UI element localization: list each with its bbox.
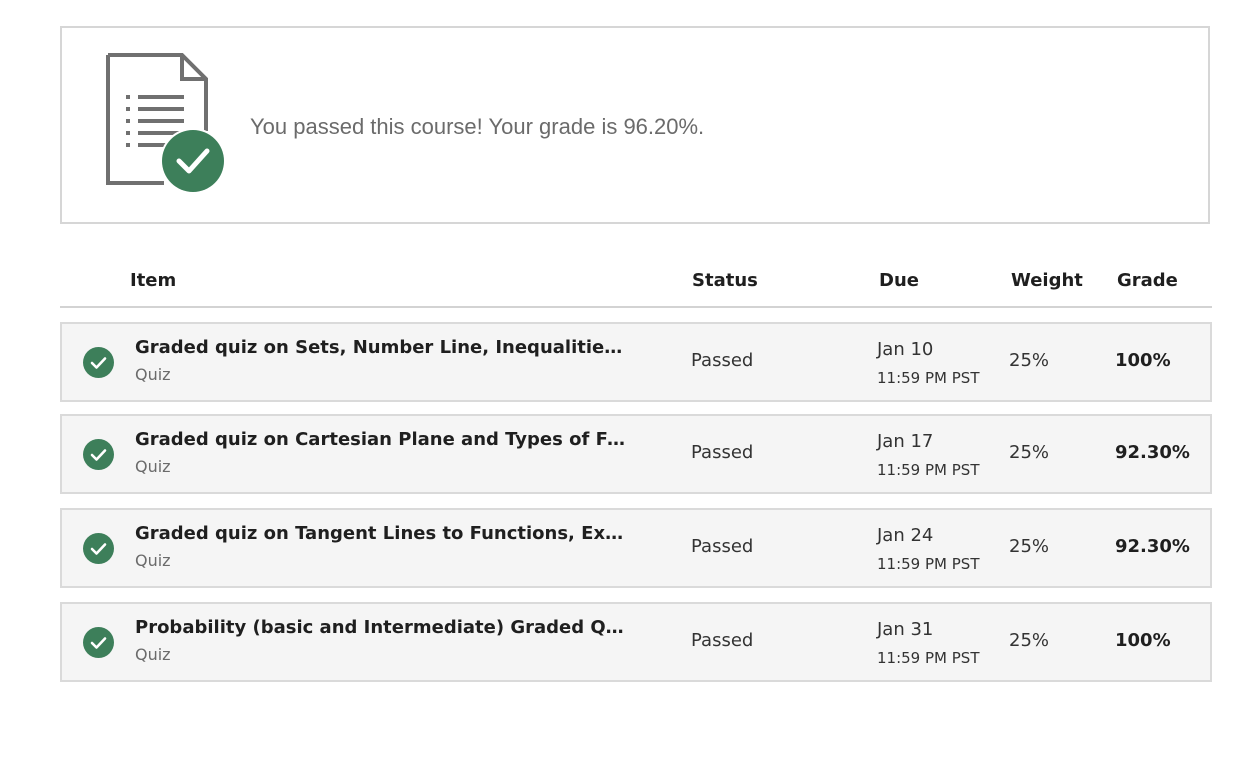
item-status: Passed	[691, 630, 754, 651]
grades-table-header: Item Status Due Weight Grade	[60, 262, 1212, 308]
check-circle-icon	[83, 439, 114, 470]
item-status: Passed	[691, 350, 754, 371]
course-grade-message: You passed this course! Your grade is 96…	[250, 114, 705, 139]
item-due-time: 11:59 PM PST	[877, 649, 980, 667]
item-title-link[interactable]: Graded quiz on Sets, Number Line, Inequa…	[135, 337, 625, 358]
item-due-time: 11:59 PM PST	[877, 369, 980, 387]
item-weight: 25%	[1009, 630, 1050, 651]
header-weight: Weight	[1011, 270, 1083, 291]
item-due-date: Jan 17	[877, 431, 934, 452]
table-row[interactable]: Graded quiz on Tangent Lines to Function…	[60, 508, 1212, 588]
item-due-time: 11:59 PM PST	[877, 555, 980, 573]
item-title-link[interactable]: Graded quiz on Cartesian Plane and Types…	[135, 429, 625, 450]
item-type: Quiz	[135, 645, 171, 664]
item-grade: 92.30%	[1115, 536, 1190, 557]
item-due-date: Jan 31	[877, 619, 934, 640]
item-status: Passed	[691, 536, 754, 557]
header-grade: Grade	[1117, 270, 1178, 291]
header-status: Status	[692, 270, 758, 291]
table-row[interactable]: Graded quiz on Cartesian Plane and Types…	[60, 414, 1212, 494]
course-passed-banner: You passed this course! Your grade is 96…	[60, 26, 1210, 224]
item-type: Quiz	[135, 457, 171, 476]
item-weight: 25%	[1009, 536, 1050, 557]
check-circle-icon	[83, 627, 114, 658]
item-grade: 100%	[1115, 630, 1171, 651]
item-grade: 92.30%	[1115, 442, 1190, 463]
table-row[interactable]: Probability (basic and Intermediate) Gra…	[60, 602, 1212, 682]
item-status: Passed	[691, 442, 754, 463]
item-type: Quiz	[135, 365, 171, 384]
item-due-date: Jan 24	[877, 525, 934, 546]
item-title-link[interactable]: Probability (basic and Intermediate) Gra…	[135, 617, 625, 638]
item-weight: 25%	[1009, 350, 1050, 371]
item-title-link[interactable]: Graded quiz on Tangent Lines to Function…	[135, 523, 625, 544]
check-circle-icon	[83, 347, 114, 378]
check-circle-icon	[83, 533, 114, 564]
item-grade: 100%	[1115, 350, 1171, 371]
item-due-date: Jan 10	[877, 339, 934, 360]
item-type: Quiz	[135, 551, 171, 570]
item-weight: 25%	[1009, 442, 1050, 463]
header-item: Item	[130, 270, 177, 291]
item-due-time: 11:59 PM PST	[877, 461, 980, 479]
document-check-icon	[106, 53, 226, 194]
table-row[interactable]: Graded quiz on Sets, Number Line, Inequa…	[60, 322, 1212, 402]
header-due: Due	[879, 270, 919, 291]
